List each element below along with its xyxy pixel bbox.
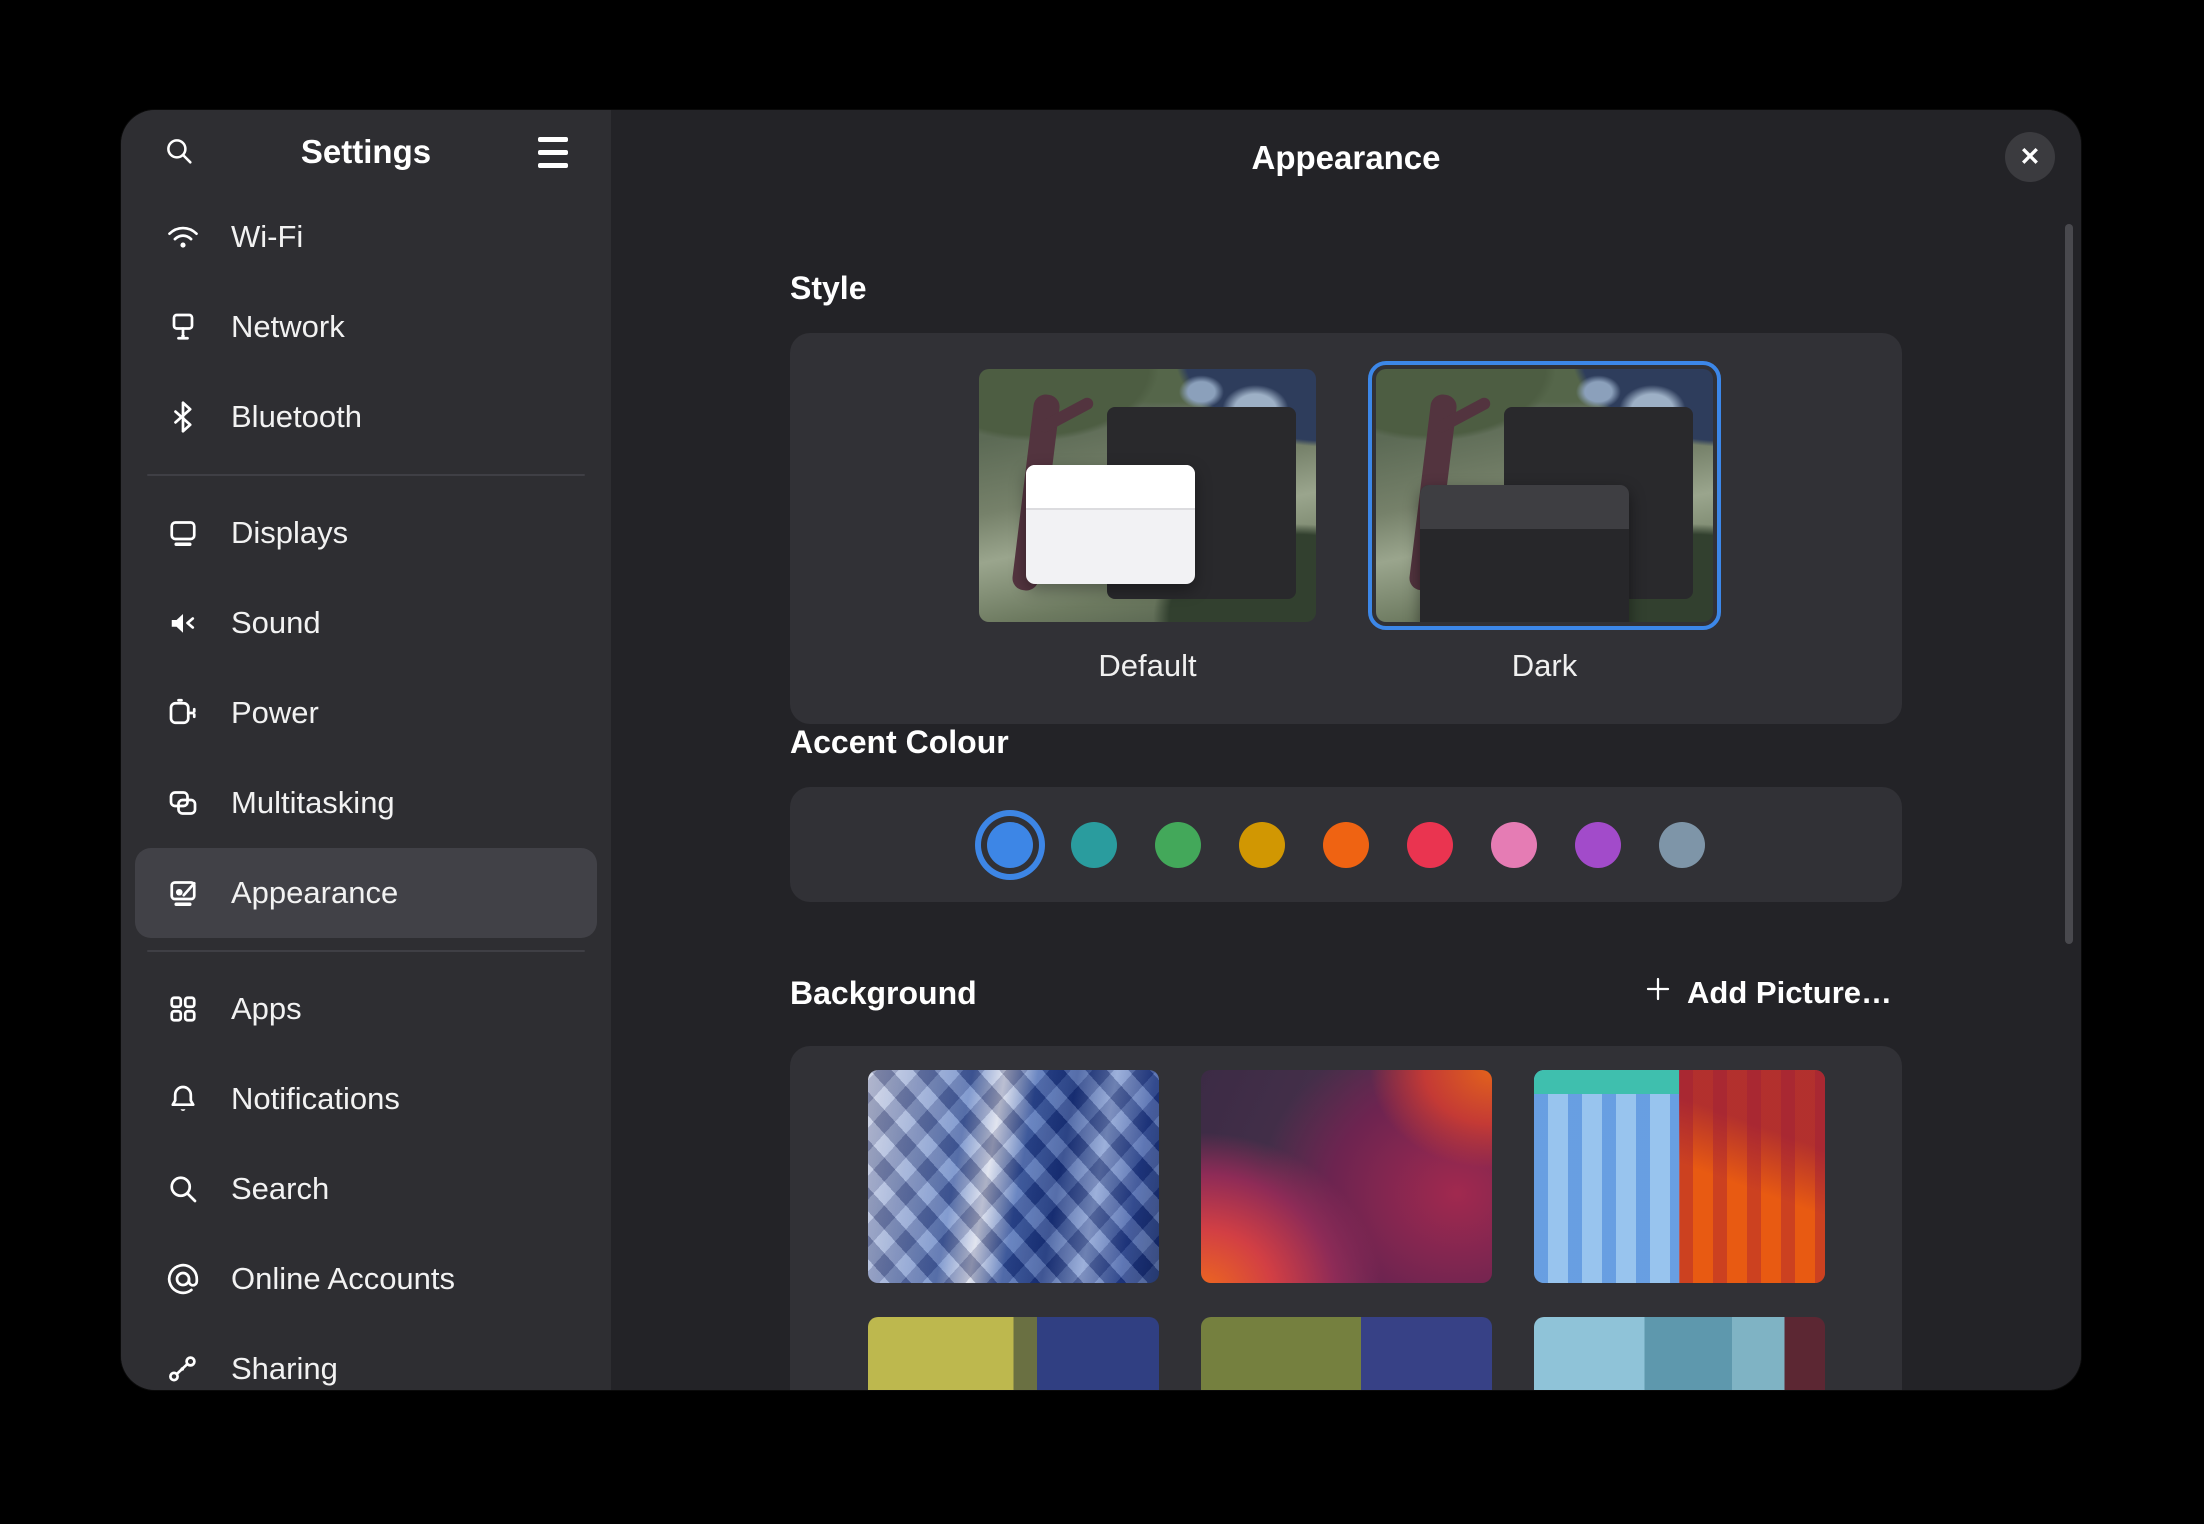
sidebar-item-displays[interactable]: Displays bbox=[135, 488, 597, 578]
sidebar-item-network[interactable]: Network bbox=[135, 282, 597, 372]
sidebar-item-label: Power bbox=[231, 695, 319, 731]
accent-colour-card bbox=[790, 787, 1902, 902]
accent-dot-green[interactable] bbox=[1155, 822, 1201, 868]
sidebar-item-online-accounts[interactable]: Online Accounts bbox=[135, 1234, 597, 1324]
wallpaper-thumb-split-drips[interactable] bbox=[1534, 1070, 1825, 1283]
sidebar-item-sharing[interactable]: Sharing bbox=[135, 1324, 597, 1390]
close-icon: ✕ bbox=[2020, 142, 2041, 172]
wallpaper-thumb-blue-geometric[interactable] bbox=[868, 1070, 1159, 1283]
appearance-panel: Appearance ✕ Style bbox=[611, 110, 2081, 1390]
background-card bbox=[790, 1046, 1902, 1390]
sidebar-item-label: Online Accounts bbox=[231, 1261, 455, 1297]
main-menu-button[interactable] bbox=[525, 124, 581, 180]
sidebar-item-multitasking[interactable]: Multitasking bbox=[135, 758, 597, 848]
panel-title: Appearance bbox=[1252, 139, 1441, 177]
plus-icon bbox=[1643, 974, 1673, 1012]
accent-dot-red[interactable] bbox=[1407, 822, 1453, 868]
wifi-icon bbox=[163, 219, 203, 255]
accent-dot-teal[interactable] bbox=[1071, 822, 1117, 868]
style-card: Default Dark bbox=[790, 333, 1902, 724]
sound-icon bbox=[163, 605, 203, 641]
style-heading: Style bbox=[790, 270, 1902, 307]
sidebar-item-label: Appearance bbox=[231, 875, 398, 911]
power-icon bbox=[163, 695, 203, 731]
scrollbar-thumb[interactable] bbox=[2065, 224, 2073, 944]
style-preview-frame-selected bbox=[1368, 361, 1721, 630]
accent-dot-orange[interactable] bbox=[1323, 822, 1369, 868]
sidebar-header: Settings bbox=[121, 110, 611, 180]
accent-dot-slate[interactable] bbox=[1659, 822, 1705, 868]
sidebar-item-apps[interactable]: Apps bbox=[135, 964, 597, 1054]
sidebar-item-power[interactable]: Power bbox=[135, 668, 597, 758]
wallpaper-thumb-olive-blue[interactable] bbox=[868, 1317, 1159, 1390]
sidebar-item-appearance[interactable]: Appearance bbox=[135, 848, 597, 938]
panel-header: Appearance ✕ bbox=[611, 110, 2081, 206]
desktop: Settings Wi-Fi Network bbox=[0, 0, 2204, 1524]
sidebar-nav: Wi-Fi Network Bluetooth bbox=[121, 180, 611, 1390]
wallpaper-row bbox=[790, 1070, 1902, 1283]
accent-dot-blue[interactable] bbox=[987, 822, 1033, 868]
settings-window: Settings Wi-Fi Network bbox=[121, 110, 2081, 1390]
wallpaper-thumb-magma-waves[interactable] bbox=[1201, 1070, 1492, 1283]
wallpaper-thumb-green-blue[interactable] bbox=[1201, 1317, 1492, 1390]
share-nodes-icon bbox=[163, 1351, 203, 1387]
sidebar-item-label: Multitasking bbox=[231, 785, 395, 821]
apps-grid-icon bbox=[163, 991, 203, 1027]
sidebar-item-search[interactable]: Search bbox=[135, 1144, 597, 1234]
background-header-row: Background Add Picture… bbox=[790, 968, 1902, 1018]
search-icon bbox=[162, 134, 196, 171]
hamburger-menu-icon bbox=[538, 137, 568, 168]
style-option-default[interactable]: Default bbox=[971, 361, 1324, 684]
sidebar-item-label: Bluetooth bbox=[231, 399, 362, 435]
sidebar-title: Settings bbox=[207, 133, 525, 171]
search-icon bbox=[163, 1171, 203, 1207]
style-option-label: Default bbox=[1098, 648, 1196, 684]
at-sign-icon bbox=[163, 1261, 203, 1297]
style-preview-dark bbox=[1376, 369, 1713, 622]
sidebar-item-label: Sharing bbox=[231, 1351, 338, 1387]
style-preview-default bbox=[979, 369, 1316, 622]
sidebar-item-sound[interactable]: Sound bbox=[135, 578, 597, 668]
accent-dot-pink[interactable] bbox=[1491, 822, 1537, 868]
accent-dot-yellow[interactable] bbox=[1239, 822, 1285, 868]
style-preview-frame bbox=[971, 361, 1324, 630]
displays-icon bbox=[163, 515, 203, 551]
sidebar-item-label: Sound bbox=[231, 605, 321, 641]
bell-icon bbox=[163, 1081, 203, 1117]
accent-dot-purple[interactable] bbox=[1575, 822, 1621, 868]
appearance-icon bbox=[163, 875, 203, 911]
add-picture-label: Add Picture… bbox=[1687, 975, 1892, 1011]
close-button[interactable]: ✕ bbox=[2005, 132, 2055, 182]
style-option-dark[interactable]: Dark bbox=[1368, 361, 1721, 684]
preview-front-window-dark bbox=[1420, 485, 1629, 622]
preview-front-window-light bbox=[1026, 465, 1195, 584]
sidebar-item-bluetooth[interactable]: Bluetooth bbox=[135, 372, 597, 462]
accent-colour-heading: Accent Colour bbox=[790, 724, 1902, 761]
sidebar-divider bbox=[147, 474, 585, 476]
sidebar-item-wifi[interactable]: Wi-Fi bbox=[135, 192, 597, 282]
bluetooth-icon bbox=[163, 399, 203, 435]
sidebar-item-label: Search bbox=[231, 1171, 329, 1207]
add-picture-button[interactable]: Add Picture… bbox=[1633, 968, 1902, 1018]
sidebar-item-label: Apps bbox=[231, 991, 302, 1027]
wallpaper-thumb-teal-maroon[interactable] bbox=[1534, 1317, 1825, 1390]
wallpaper-row bbox=[790, 1317, 1902, 1390]
search-button[interactable] bbox=[151, 124, 207, 180]
network-icon bbox=[163, 309, 203, 345]
sidebar-divider bbox=[147, 950, 585, 952]
sidebar-item-label: Wi-Fi bbox=[231, 219, 303, 255]
style-option-label: Dark bbox=[1512, 648, 1577, 684]
sidebar: Settings Wi-Fi Network bbox=[121, 110, 611, 1390]
sidebar-item-notifications[interactable]: Notifications bbox=[135, 1054, 597, 1144]
sidebar-item-label: Network bbox=[231, 309, 345, 345]
panel-scroll-area: Style Default bbox=[611, 206, 2081, 1390]
background-heading: Background bbox=[790, 975, 977, 1012]
multitasking-icon bbox=[163, 785, 203, 821]
sidebar-item-label: Displays bbox=[231, 515, 348, 551]
sidebar-item-label: Notifications bbox=[231, 1081, 400, 1117]
